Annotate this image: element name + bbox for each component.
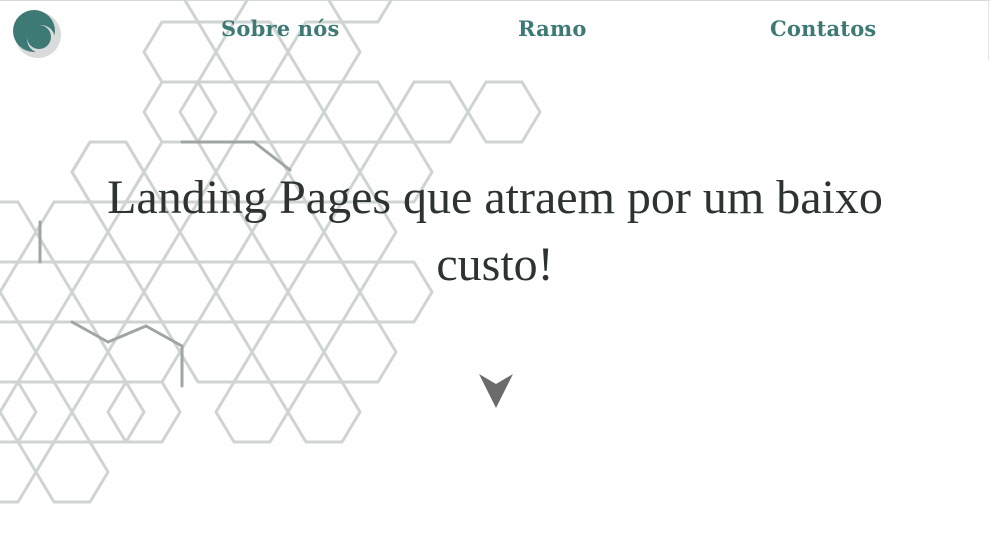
- hexagon-shape: [178, 320, 254, 384]
- hexagon-shape: [0, 380, 38, 444]
- hexagon-shape: [0, 200, 38, 264]
- hexagon-edge-highlight: [106, 324, 148, 344]
- hexagon-shape: [286, 380, 362, 444]
- hexagon-shape: [250, 80, 326, 144]
- hexagon-shape: [250, 320, 326, 384]
- hexagon-shape: [0, 440, 38, 504]
- hexagon-shape: [466, 80, 542, 144]
- hexagon-shape: [34, 320, 110, 384]
- main-navigation: Sobre nós Ramo Contatos: [0, 16, 990, 48]
- nav-link-contatos[interactable]: Contatos: [770, 16, 876, 41]
- hexagon-shape: [322, 320, 398, 384]
- hexagon-shape: [394, 80, 470, 144]
- hexagon-edge-highlight: [144, 324, 184, 348]
- nav-link-ramo[interactable]: Ramo: [518, 16, 587, 41]
- hexagon-shape: [0, 320, 38, 384]
- nav-link-sobre-nos[interactable]: Sobre nós: [221, 16, 340, 41]
- hexagon-shape: [106, 320, 182, 384]
- chevron-down-icon[interactable]: [476, 370, 516, 410]
- hexagon-shape: [322, 80, 398, 144]
- hero-title: Landing Pages que atraem por um baixo cu…: [107, 171, 883, 291]
- hexagon-edge-highlight: [70, 320, 110, 344]
- hexagon-shape: [214, 380, 290, 444]
- hexagon-shape: [0, 260, 74, 324]
- hexagon-shape: [34, 440, 110, 504]
